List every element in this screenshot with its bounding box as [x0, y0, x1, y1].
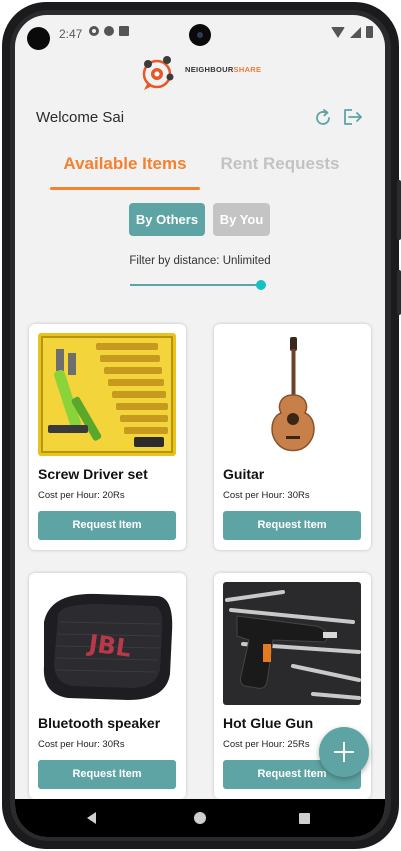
request-item-button[interactable]: Request Item: [223, 511, 361, 540]
item-cost: Cost per Hour: 20Rs: [38, 490, 125, 501]
refresh-icon[interactable]: [313, 108, 333, 128]
item-cost: Cost per Hour: 30Rs: [223, 490, 310, 501]
welcome-text: Welcome Sai: [36, 109, 125, 126]
logo-text-main: NEIGHBOUR: [185, 65, 234, 74]
by-you-button[interactable]: By You: [213, 203, 270, 236]
bluetooth-speaker-image: JBL: [38, 582, 176, 705]
volume-button: [397, 180, 401, 240]
front-camera: [189, 24, 211, 46]
status-left-icons: [89, 26, 129, 36]
item-title: Bluetooth speaker: [38, 715, 161, 731]
system-nav-bar: [15, 799, 385, 837]
guitar-image: [223, 333, 361, 456]
item-cost: Cost per Hour: 25Rs: [223, 739, 310, 750]
item-title: Screw Driver set: [38, 466, 148, 482]
item-card[interactable]: Guitar Cost per Hour: 30Rs Request Item: [214, 324, 371, 550]
phone-device: 2:47 NEIGHBOURSHARE Welcome Sai Availabl…: [0, 0, 401, 851]
request-item-button[interactable]: Request Item: [38, 760, 176, 789]
tab-available-items[interactable]: Available Items: [50, 151, 200, 191]
recents-icon[interactable]: [299, 813, 310, 824]
status-right-icons: [331, 26, 373, 38]
tab-rent-requests[interactable]: Rent Requests: [215, 151, 345, 191]
request-item-button[interactable]: Request Item: [38, 511, 176, 540]
item-cost: Cost per Hour: 30Rs: [38, 739, 125, 750]
distance-filter-label: Filter by distance: Unlimited: [129, 255, 271, 267]
item-title: Hot Glue Gun: [223, 715, 314, 731]
camera-cutout: [27, 27, 50, 50]
power-button: [397, 270, 401, 315]
screwdriver-set-image: [38, 333, 176, 456]
sd-card-icon: [119, 26, 129, 36]
by-others-button[interactable]: By Others: [129, 203, 205, 236]
distance-slider-thumb[interactable]: [256, 280, 266, 290]
item-card[interactable]: Screw Driver set Cost per Hour: 20Rs Req…: [29, 324, 186, 550]
wifi-icon: [331, 26, 345, 38]
logo-text-accent: SHARE: [233, 65, 262, 74]
tab-bar: Available Items Rent Requests: [50, 151, 365, 191]
battery-icon: [366, 26, 373, 38]
distance-slider-track[interactable]: [130, 284, 263, 286]
glue-gun-image: [223, 582, 361, 705]
status-time: 2:47: [59, 27, 83, 41]
a-badge-icon: [104, 26, 114, 36]
home-icon[interactable]: [194, 812, 206, 824]
gear-icon: [89, 26, 99, 36]
logo-icon: [142, 56, 174, 90]
item-card[interactable]: JBL Bluetooth speaker Cost per Hour: 30R…: [29, 573, 186, 799]
back-icon[interactable]: [87, 812, 96, 824]
logo-wordmark: NEIGHBOURSHARE: [185, 65, 261, 74]
signal-icon: [350, 26, 361, 38]
item-title: Guitar: [223, 466, 265, 482]
logout-icon[interactable]: [342, 107, 364, 127]
active-tab-indicator: [50, 187, 200, 190]
app-logo: NEIGHBOURSHARE: [140, 44, 265, 94]
app-screen: 2:47 NEIGHBOURSHARE Welcome Sai Availabl…: [15, 15, 385, 837]
add-item-button[interactable]: [319, 727, 369, 777]
